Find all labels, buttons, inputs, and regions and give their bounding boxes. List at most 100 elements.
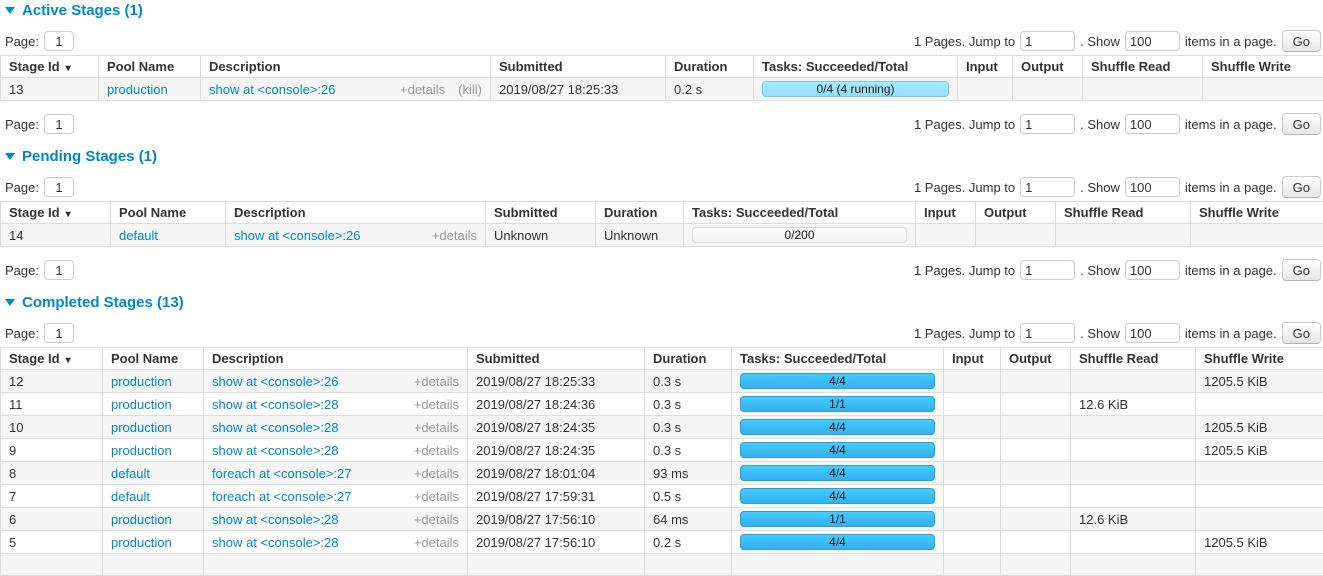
show-count-input[interactable] <box>1125 31 1180 51</box>
col-header-label: Duration <box>604 205 657 220</box>
tasks-progress-bar: 1/1 <box>740 511 935 527</box>
cell-submitted: 2019/08/27 18:25:33 <box>491 78 666 101</box>
pool-link[interactable]: production <box>111 535 172 550</box>
cell-pool-name: default <box>111 224 226 247</box>
col-header-pool-name[interactable]: Pool Name <box>103 348 204 370</box>
details-toggle[interactable]: +details <box>414 443 459 458</box>
description-link[interactable]: show at <console>:28 <box>212 420 338 435</box>
col-header-input[interactable]: Input <box>944 348 1001 370</box>
go-button[interactable]: Go <box>1282 113 1321 135</box>
details-toggle[interactable]: +details <box>414 512 459 527</box>
details-toggle[interactable]: +details <box>432 228 477 243</box>
go-button[interactable]: Go <box>1282 176 1321 198</box>
jump-to-input[interactable] <box>1020 114 1075 134</box>
details-toggle[interactable]: +details <box>414 535 459 550</box>
col-header-tasks[interactable]: Tasks: Succeeded/Total <box>684 202 916 224</box>
jump-to-input[interactable] <box>1020 31 1075 51</box>
cell-tasks: 0/4 (4 running) <box>754 78 958 101</box>
col-header-input[interactable]: Input <box>958 56 1013 78</box>
col-header-shuffle-read[interactable]: Shuffle Read <box>1083 56 1203 78</box>
cell-pool-name: production <box>103 439 204 462</box>
pool-link[interactable]: default <box>111 489 150 504</box>
cell-stage-id: 8 <box>1 462 103 485</box>
description-link[interactable]: show at <console>:26 <box>234 228 360 243</box>
description-link[interactable]: foreach at <console>:27 <box>212 466 352 481</box>
col-header-description[interactable]: Description <box>226 202 486 224</box>
details-toggle[interactable]: +details <box>414 420 459 435</box>
page-input[interactable] <box>44 114 74 134</box>
col-header-duration[interactable]: Duration <box>596 202 684 224</box>
page-input[interactable] <box>44 260 74 280</box>
col-header-submitted[interactable]: Submitted <box>468 348 645 370</box>
stages-section-active: Active Stages (1)Page:1 Pages. Jump to. … <box>0 2 1323 135</box>
details-toggle[interactable]: +details <box>414 466 459 481</box>
pool-link[interactable]: production <box>111 443 172 458</box>
go-button[interactable]: Go <box>1282 30 1321 52</box>
col-header-duration[interactable]: Duration <box>666 56 754 78</box>
pool-link[interactable]: default <box>111 466 150 481</box>
page-input[interactable] <box>44 31 74 51</box>
pool-link[interactable]: production <box>111 397 172 412</box>
pool-link[interactable]: production <box>107 82 168 97</box>
col-header-output[interactable]: Output <box>1001 348 1071 370</box>
section-heading-completed[interactable]: Completed Stages (13) <box>5 294 1323 310</box>
col-header-input[interactable]: Input <box>916 202 976 224</box>
jump-to-input[interactable] <box>1020 177 1075 197</box>
col-header-shuffle-read[interactable]: Shuffle Read <box>1056 202 1191 224</box>
jump-to-input[interactable] <box>1020 260 1075 280</box>
description-link[interactable]: show at <console>:28 <box>212 512 338 527</box>
pool-link[interactable]: production <box>111 420 172 435</box>
pool-link[interactable]: production <box>111 374 172 389</box>
col-header-output[interactable]: Output <box>976 202 1056 224</box>
cell-empty <box>1071 554 1196 576</box>
jump-to-input[interactable] <box>1020 323 1075 343</box>
show-label: . Show <box>1080 117 1120 132</box>
kill-link[interactable]: (kill) <box>458 82 482 97</box>
col-header-output[interactable]: Output <box>1013 56 1083 78</box>
col-header-submitted[interactable]: Submitted <box>486 202 596 224</box>
details-toggle[interactable]: +details <box>414 489 459 504</box>
go-button[interactable]: Go <box>1282 322 1321 344</box>
cell-duration: 0.3 s <box>645 439 732 462</box>
page-input[interactable] <box>44 177 74 197</box>
col-header-pool-name[interactable]: Pool Name <box>111 202 226 224</box>
show-count-input[interactable] <box>1125 114 1180 134</box>
details-toggle[interactable]: +details <box>400 82 445 97</box>
show-count-input[interactable] <box>1125 260 1180 280</box>
col-header-description[interactable]: Description <box>201 56 491 78</box>
col-header-tasks[interactable]: Tasks: Succeeded/Total <box>732 348 944 370</box>
col-header-description[interactable]: Description <box>204 348 468 370</box>
col-header-stage-id[interactable]: Stage Id▾ <box>1 348 103 370</box>
show-count-input[interactable] <box>1125 323 1180 343</box>
description-link[interactable]: foreach at <console>:27 <box>212 489 352 504</box>
pool-link[interactable]: default <box>119 228 158 243</box>
col-header-submitted[interactable]: Submitted <box>491 56 666 78</box>
table-row: 9productionshow at <console>:28+details2… <box>1 439 1323 462</box>
pool-link[interactable]: production <box>111 512 172 527</box>
description-link[interactable]: show at <console>:26 <box>209 82 335 97</box>
col-header-tasks[interactable]: Tasks: Succeeded/Total <box>754 56 958 78</box>
page-input[interactable] <box>44 323 74 343</box>
go-button[interactable]: Go <box>1282 259 1321 281</box>
section-heading-active[interactable]: Active Stages (1) <box>5 2 1323 18</box>
col-header-shuffle-write[interactable]: Shuffle Write <box>1191 202 1323 224</box>
description-link[interactable]: show at <console>:28 <box>212 535 338 550</box>
section-heading-pending[interactable]: Pending Stages (1) <box>5 148 1323 164</box>
col-header-stage-id[interactable]: Stage Id▾ <box>1 56 99 78</box>
col-header-pool-name[interactable]: Pool Name <box>99 56 201 78</box>
col-header-label: Shuffle Write <box>1204 351 1284 366</box>
col-header-shuffle-read[interactable]: Shuffle Read <box>1071 348 1196 370</box>
show-count-input[interactable] <box>1125 177 1180 197</box>
col-header-duration[interactable]: Duration <box>645 348 732 370</box>
col-header-label: Description <box>212 351 284 366</box>
tasks-progress-label: 4/4 <box>741 535 934 549</box>
description-link[interactable]: show at <console>:28 <box>212 443 338 458</box>
cell-shuffle-read: 12.6 KiB <box>1071 393 1196 416</box>
details-toggle[interactable]: +details <box>414 397 459 412</box>
col-header-stage-id[interactable]: Stage Id▾ <box>1 202 111 224</box>
description-link[interactable]: show at <console>:28 <box>212 397 338 412</box>
details-toggle[interactable]: +details <box>414 374 459 389</box>
description-link[interactable]: show at <console>:26 <box>212 374 338 389</box>
col-header-shuffle-write[interactable]: Shuffle Write <box>1196 348 1323 370</box>
col-header-shuffle-write[interactable]: Shuffle Write <box>1203 56 1323 78</box>
